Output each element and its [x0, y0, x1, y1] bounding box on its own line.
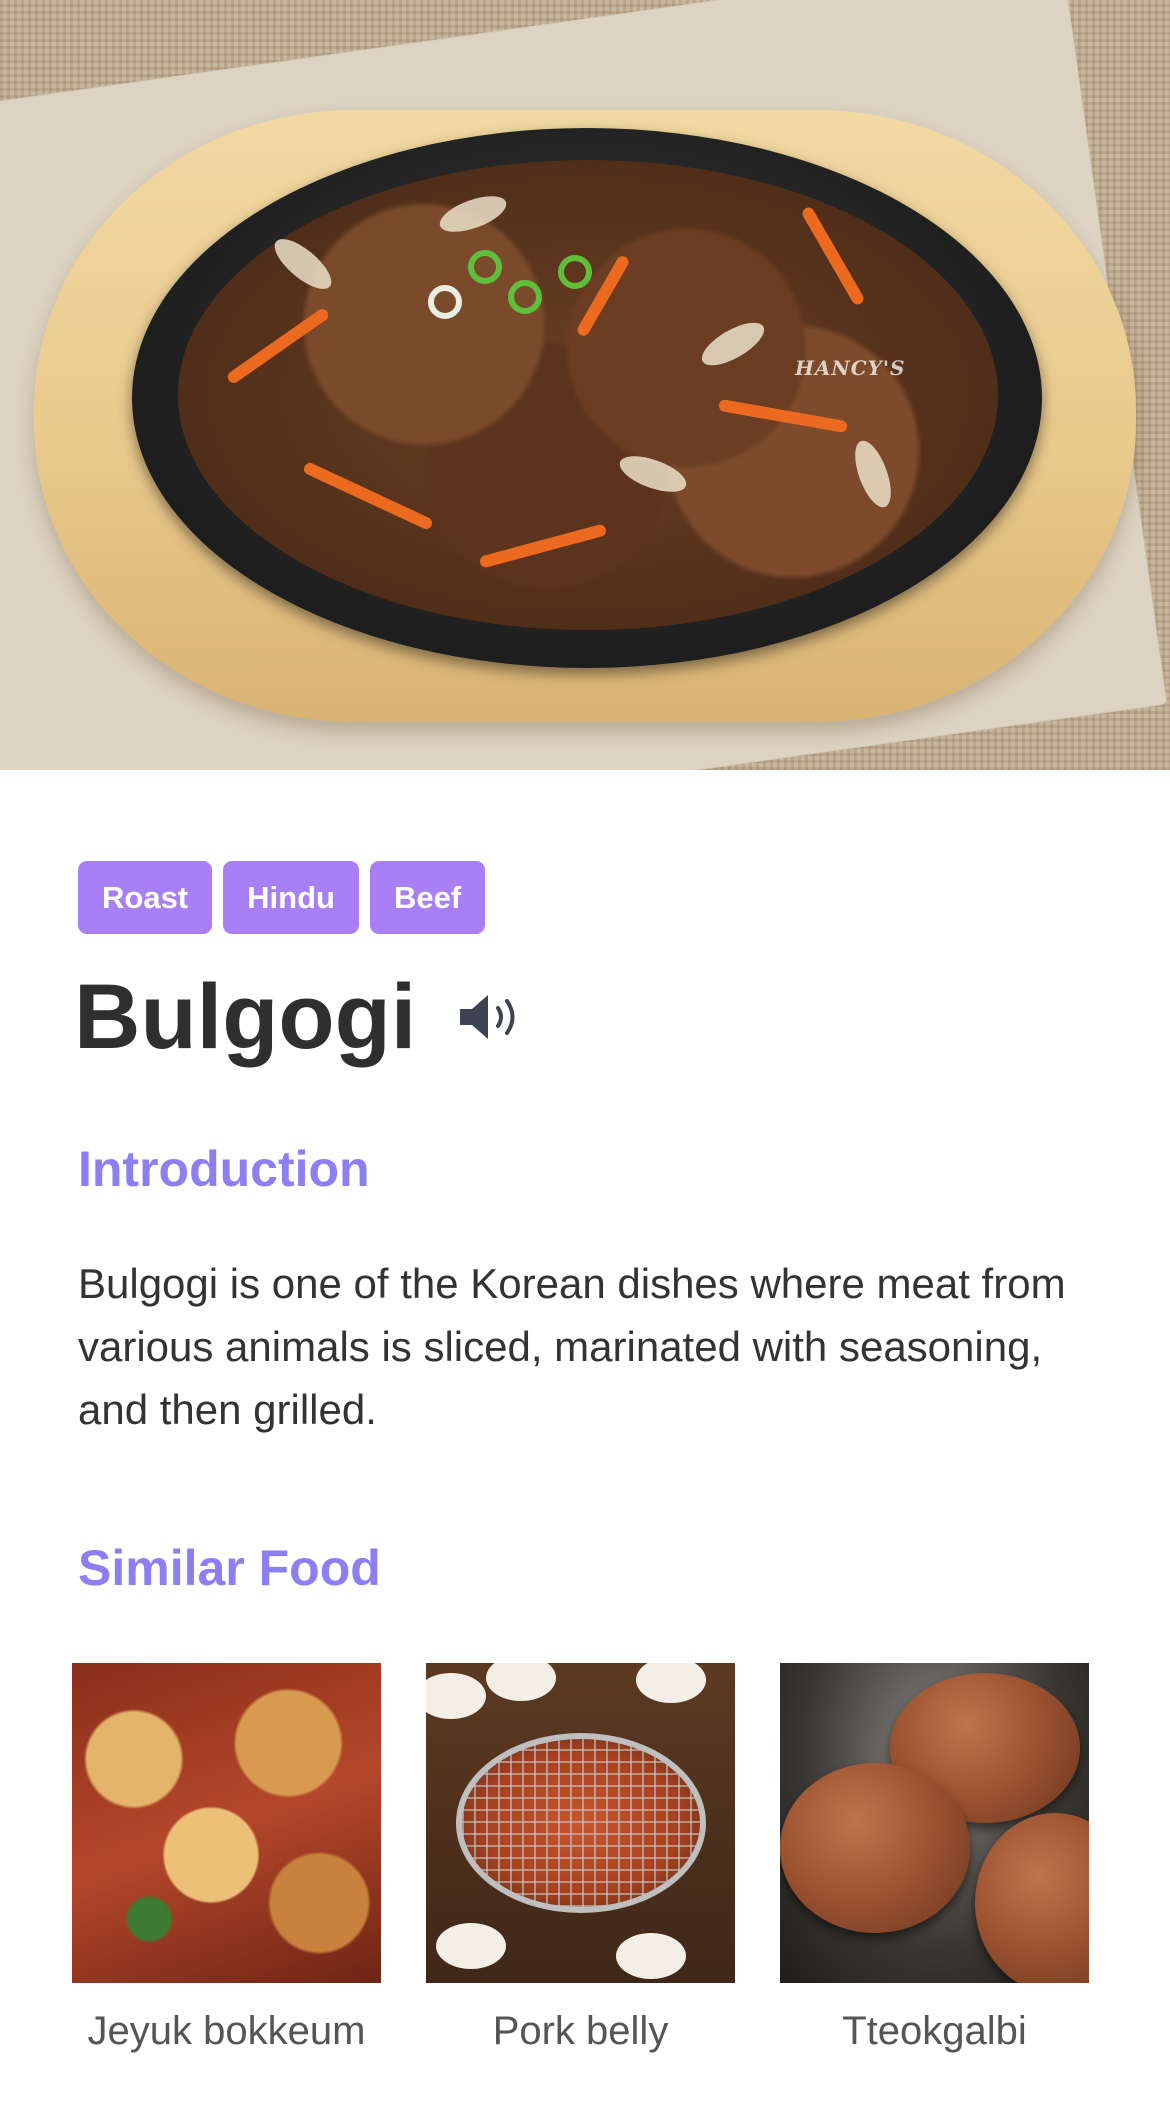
similar-item-label: Jeyuk bokkeum	[87, 2009, 366, 2053]
bulgogi-meat	[178, 160, 998, 630]
similar-item-label: Pork belly	[492, 2009, 669, 2053]
similar-food-heading: Similar Food	[78, 1540, 381, 1596]
similar-food-list: Jeyuk bokkeum Pork belly Tteokgalbi	[72, 1663, 1089, 2054]
similar-item-pork-belly[interactable]: Pork belly	[426, 1663, 735, 2054]
tag-list: Roast Hindu Beef	[78, 861, 486, 934]
tag-roast[interactable]: Roast	[78, 861, 213, 934]
tag-hindu[interactable]: Hindu	[223, 861, 359, 934]
similar-item-label: Tteokgalbi	[842, 2009, 1027, 2053]
similar-item-tteokgalbi[interactable]: Tteokgalbi	[780, 1663, 1089, 2054]
page-title: Bulgogi	[74, 966, 417, 1068]
pork-belly-image[interactable]	[426, 1663, 735, 1983]
tag-beef[interactable]: Beef	[369, 861, 486, 934]
speaker-icon[interactable]	[456, 987, 528, 1047]
introduction-text: Bulgogi is one of the Korean dishes wher…	[78, 1260, 1066, 1433]
jeyuk-bokkeum-image[interactable]	[72, 1663, 381, 1983]
tteokgalbi-image[interactable]	[780, 1663, 1089, 1983]
watermark: HANCY'S	[795, 356, 906, 380]
similar-item-jeyuk-bokkeum[interactable]: Jeyuk bokkeum	[72, 1663, 381, 2054]
title-row: Bulgogi	[74, 962, 528, 1072]
hero-image: HANCY'S	[0, 0, 1170, 770]
introduction-heading: Introduction	[78, 1141, 370, 1197]
